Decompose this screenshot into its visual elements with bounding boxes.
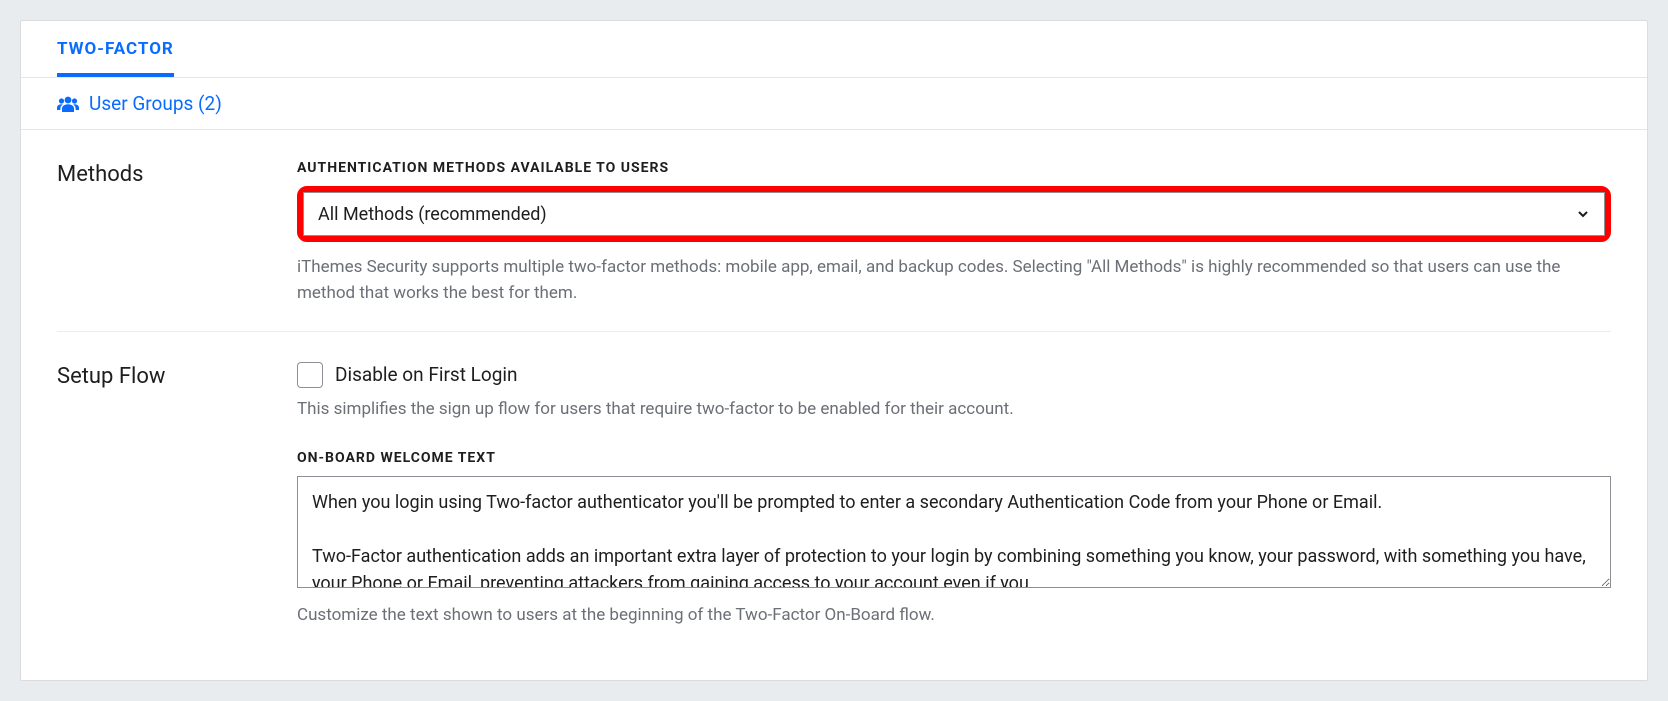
disable-first-login-help: This simplifies the sign up flow for use… — [297, 396, 1611, 422]
disable-first-login-label: Disable on First Login — [335, 363, 518, 386]
user-groups-label: User Groups (2) — [89, 92, 222, 115]
auth-methods-value: All Methods (recommended) — [318, 204, 1576, 225]
section-setup-flow: Setup Flow Disable on First Login This s… — [57, 331, 1611, 653]
tab-two-factor[interactable]: TWO-FACTOR — [57, 21, 174, 77]
user-groups-link[interactable]: User Groups (2) — [21, 77, 1647, 130]
chevron-down-icon — [1576, 207, 1590, 221]
section-title-methods: Methods — [57, 160, 297, 307]
welcome-text-textarea[interactable] — [297, 476, 1611, 588]
tab-bar: TWO-FACTOR — [21, 21, 1647, 77]
disable-first-login-checkbox[interactable] — [297, 362, 323, 388]
auth-methods-highlight: All Methods (recommended) — [297, 186, 1611, 242]
auth-methods-help: iThemes Security supports multiple two-f… — [297, 254, 1611, 307]
settings-panel: TWO-FACTOR User Groups (2) Methods AUTHE… — [20, 20, 1648, 681]
disable-first-login-row: Disable on First Login — [297, 362, 1611, 388]
welcome-text-help: Customize the text shown to users at the… — [297, 602, 1611, 628]
users-icon — [57, 95, 79, 113]
tab-label: TWO-FACTOR — [57, 39, 174, 59]
auth-methods-label: AUTHENTICATION METHODS AVAILABLE TO USER… — [297, 160, 1611, 176]
settings-sections: Methods AUTHENTICATION METHODS AVAILABLE… — [21, 130, 1647, 680]
section-methods: Methods AUTHENTICATION METHODS AVAILABLE… — [57, 130, 1611, 331]
auth-methods-select[interactable]: All Methods (recommended) — [303, 192, 1605, 236]
section-title-setup-flow: Setup Flow — [57, 362, 297, 629]
welcome-text-label: ON-BOARD WELCOME TEXT — [297, 450, 1611, 466]
